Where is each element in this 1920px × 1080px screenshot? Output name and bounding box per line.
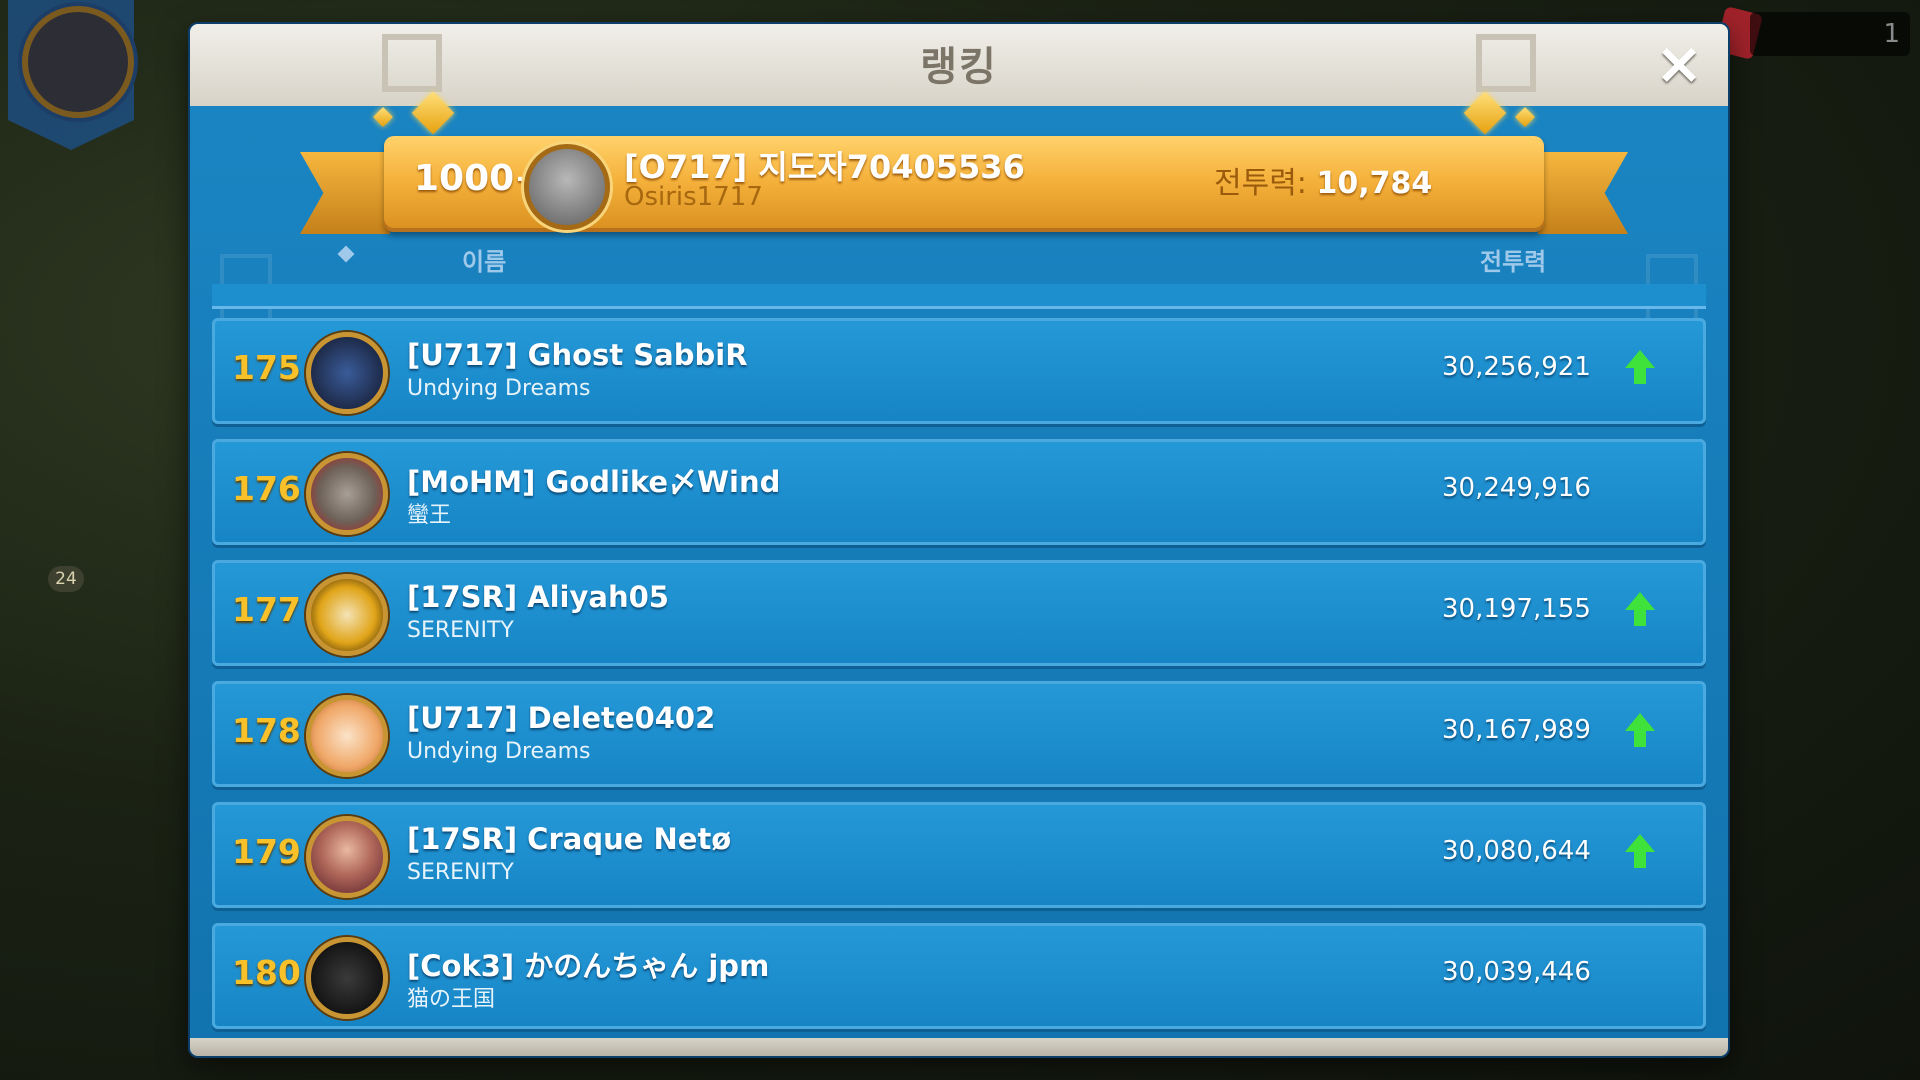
close-icon: × xyxy=(1654,29,1704,97)
player-name: [17SR] Craque Netø xyxy=(407,822,732,856)
my-power: 전투력: 10,784 xyxy=(1214,158,1432,202)
trend-up-icon xyxy=(1625,713,1655,749)
alliance-name: SERENITY xyxy=(407,618,514,643)
row-rank: 178 xyxy=(232,711,301,750)
player-avatar[interactable] xyxy=(306,453,388,535)
ranking-row[interactable]: 178 [U717] Delete0402 Undying Dreams 30,… xyxy=(212,681,1706,787)
ranking-row[interactable]: 180 [Cok3] かのんちゃん jpm 猫の王国 30,039,446 xyxy=(212,923,1706,1029)
player-name: [U717] Delete0402 xyxy=(407,701,716,735)
power-value: 30,080,644 xyxy=(1442,836,1591,866)
player-avatar[interactable] xyxy=(306,816,388,898)
player-name: [Cok3] かのんちゃん jpm xyxy=(407,949,770,983)
row-rank: 176 xyxy=(232,469,301,508)
row-rank: 175 xyxy=(232,348,301,387)
alliance-name: Undying Dreams xyxy=(407,739,591,764)
alliance-name: 蠻王 xyxy=(407,503,452,528)
ranking-row[interactable]: 175 [U717] Ghost SabbiR Undying Dreams 3… xyxy=(212,318,1706,424)
map-level-badge: 24 xyxy=(48,566,84,592)
player-avatar[interactable] xyxy=(306,695,388,777)
power-value: 30,039,446 xyxy=(1442,957,1591,987)
ranking-row[interactable]: 176 [MoHM] Godlike〆Wind 蠻王 30,249,916 xyxy=(212,439,1706,545)
ranking-row[interactable]: 177 [17SR] Aliyah05 SERENITY 30,197,155 xyxy=(212,560,1706,666)
player-avatar[interactable] xyxy=(306,937,388,1019)
power-value: 30,197,155 xyxy=(1442,594,1591,624)
ranking-row[interactable]: 179 [17SR] Craque Netø SERENITY 30,080,6… xyxy=(212,802,1706,908)
dialog-title: 랭킹 xyxy=(920,44,998,90)
column-header: 이름 전투력 xyxy=(190,238,1728,278)
row-rank: 179 xyxy=(232,832,301,871)
list-row-partial xyxy=(212,284,1706,309)
player-avatar[interactable] xyxy=(306,574,388,656)
my-avatar xyxy=(524,144,610,230)
player-name: [U717] Ghost SabbiR xyxy=(407,338,748,372)
power-value: 30,249,916 xyxy=(1442,473,1591,503)
trend-up-icon xyxy=(1625,834,1655,870)
column-header-power: 전투력 xyxy=(1480,248,1547,276)
rank-column-diamond-icon xyxy=(337,245,355,263)
my-power-value: 10,784 xyxy=(1316,166,1433,201)
player-avatar[interactable] xyxy=(306,332,388,414)
player-name: [17SR] Aliyah05 xyxy=(407,580,669,614)
dialog-header: 랭킹 × xyxy=(190,24,1728,109)
player-name: [MoHM] Godlike〆Wind xyxy=(407,465,781,499)
resource-counter[interactable]: 1 xyxy=(1750,12,1910,56)
dialog-bottom-border xyxy=(190,1038,1728,1056)
power-value: 30,256,921 xyxy=(1442,352,1591,382)
row-rank: 180 xyxy=(232,953,301,992)
close-button[interactable]: × xyxy=(1654,34,1704,92)
trend-up-icon xyxy=(1625,592,1655,628)
power-value: 30,167,989 xyxy=(1442,715,1591,745)
ranking-dialog: 랭킹 × 1000+ [O717] 지도자70405536 Osiris1717… xyxy=(190,24,1728,1056)
my-alliance-name: Osiris1717 xyxy=(624,182,763,212)
alliance-name: Undying Dreams xyxy=(407,376,591,401)
trend-up-icon xyxy=(1625,350,1655,386)
ranking-list[interactable]: 175 [U717] Ghost SabbiR Undying Dreams 3… xyxy=(212,284,1706,1046)
column-header-name: 이름 xyxy=(462,248,507,276)
alliance-name: SERENITY xyxy=(407,860,514,885)
alliance-name: 猫の王国 xyxy=(407,987,496,1012)
my-power-label: 전투력: xyxy=(1214,166,1307,201)
player-avatar[interactable] xyxy=(22,6,134,118)
row-rank: 177 xyxy=(232,590,301,629)
my-rank-banner[interactable]: 1000+ [O717] 지도자70405536 Osiris1717 전투력:… xyxy=(384,136,1544,232)
